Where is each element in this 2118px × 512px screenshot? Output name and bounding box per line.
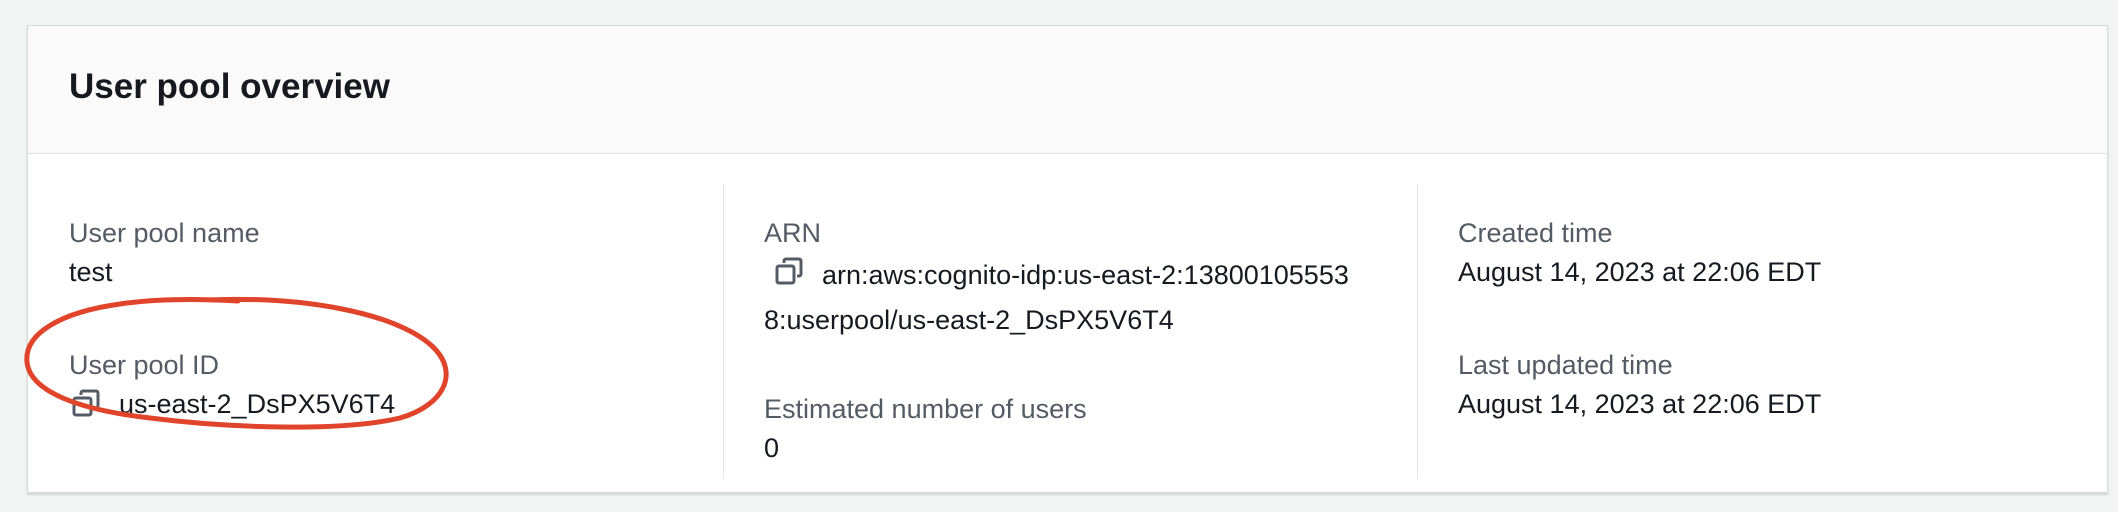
arn-value: arn:aws:cognito-idp:us-east-2:1380010555… [764, 260, 1349, 335]
panel-title: User pool overview [69, 67, 390, 106]
user-pool-name-value: test [69, 257, 113, 287]
arn-row: arn:aws:cognito-idp:us-east-2:1380010555… [764, 250, 1364, 343]
copy-icon[interactable] [69, 386, 105, 422]
user-pool-overview-panel: User pool overview User pool name test U… [27, 25, 2108, 493]
created-time-value: August 14, 2023 at 22:06 EDT [1458, 257, 1822, 287]
user-pool-id-label: User pool ID [69, 350, 220, 380]
field-estimated-users: Estimated number of users 0 [764, 392, 1087, 471]
estimated-users-label: Estimated number of users [764, 394, 1087, 424]
arn-label: ARN [764, 218, 822, 248]
column-divider [723, 184, 724, 479]
column-pool-info: User pool name test User pool ID us-east… [69, 184, 709, 479]
field-last-updated-time: Last updated time August 14, 2023 at 22:… [1458, 348, 1821, 427]
field-arn: ARN arn:aws:cognito-idp:us-east-2:138001… [764, 216, 1364, 343]
estimated-users-value: 0 [764, 433, 780, 463]
copy-icon[interactable] [772, 254, 808, 290]
panel-header: User pool overview [28, 26, 2107, 154]
column-timestamps: Created time August 14, 2023 at 22:06 ED… [1458, 184, 2088, 479]
last-updated-time-label: Last updated time [1458, 350, 1673, 380]
field-user-pool-name: User pool name test [69, 216, 260, 295]
user-pool-id-value: us-east-2_DsPX5V6T4 [119, 389, 396, 419]
field-created-time: Created time August 14, 2023 at 22:06 ED… [1458, 216, 1821, 295]
user-pool-id-row: us-east-2_DsPX5V6T4 [69, 382, 395, 427]
last-updated-time-value: August 14, 2023 at 22:06 EDT [1458, 389, 1822, 419]
created-time-label: Created time [1458, 218, 1613, 248]
column-arn-info: ARN arn:aws:cognito-idp:us-east-2:138001… [764, 184, 1404, 479]
field-user-pool-id: User pool ID us-east-2_DsPX5V6T4 [69, 348, 395, 427]
user-pool-name-label: User pool name [69, 218, 260, 248]
arn-value-wrap: arn:aws:cognito-idp:us-east-2:1380010555… [764, 250, 1364, 343]
column-divider [1417, 184, 1418, 479]
